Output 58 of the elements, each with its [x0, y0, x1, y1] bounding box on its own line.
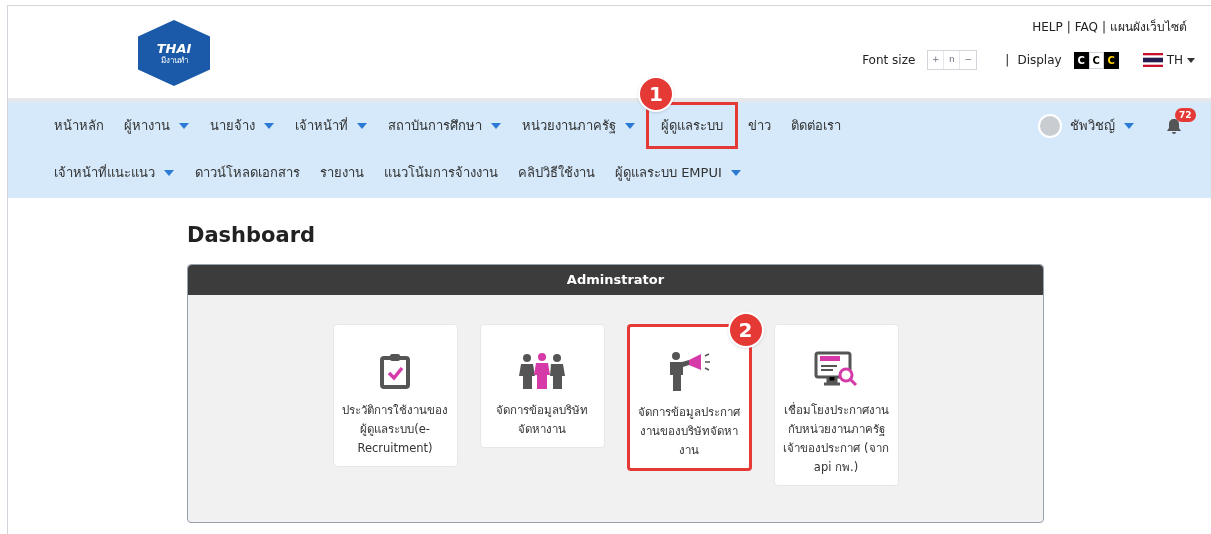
caret-icon	[729, 168, 742, 177]
caret-icon	[163, 168, 175, 177]
caret-icon	[178, 121, 190, 130]
top-link[interactable]: HELP	[1032, 18, 1063, 36]
contrast-button[interactable]: C	[1073, 51, 1089, 69]
font-size-button[interactable]: +	[928, 51, 945, 69]
caret-icon	[1123, 121, 1135, 130]
caret-icon	[490, 121, 502, 130]
caret-icon	[624, 121, 636, 130]
monitor-search-icon	[814, 350, 858, 389]
language-selector[interactable]: TH	[1142, 51, 1195, 69]
card-label: ประวัติการใช้งานของผู้ดูแลระบบ(e-Recruitment)	[341, 401, 449, 457]
nav-link[interactable]: ผู้หางาน	[114, 101, 200, 150]
nav-link[interactable]: หน้าหลัก	[44, 101, 114, 150]
admin-card[interactable]: เชื่อมโยงประกาศงานกับหน่วยงานภาครัฐเจ้าของประกาศ (จาก api กพ.)	[773, 323, 899, 486]
card-label: เชื่อมโยงประกาศงานกับหน่วยงานภาครัฐเจ้าของประกาศ (จาก api กพ.)	[782, 401, 890, 476]
nav-link[interactable]: นายจ้าง	[200, 101, 285, 150]
nav-link[interactable]: เจ้าหน้าที่แนะแนว	[44, 148, 185, 197]
man-megaphone-icon	[667, 350, 711, 391]
caret-icon	[1187, 57, 1195, 63]
font-size-label: Font size	[862, 52, 916, 69]
admin-card[interactable]: ประวัติการใช้งานของผู้ดูแลระบบ(e-Recruitment)	[332, 323, 458, 467]
nav-link[interactable]: เจ้าหน้าที่	[285, 101, 378, 150]
step-badge: 1	[638, 75, 674, 112]
admin-card[interactable]: จัดการข้อมูลบริษัทจัดหางาน	[479, 323, 605, 448]
nav-link[interactable]: ติดต่อเรา	[781, 101, 851, 150]
nav-link[interactable]: ข่าว	[738, 101, 781, 150]
caret-icon	[356, 121, 368, 130]
page-title: Dashboard	[187, 222, 317, 249]
separator: |	[1101, 19, 1106, 36]
logo-title: THAI	[156, 41, 192, 55]
logo[interactable]: THAI มีงานทำ	[138, 20, 210, 86]
clipboard-check-icon	[379, 352, 411, 389]
top-link[interactable]: FAQ	[1074, 18, 1098, 36]
display-label: Display	[1017, 52, 1062, 69]
nav-link[interactable]: รายงาน	[310, 148, 374, 197]
thai-flag-icon	[1142, 53, 1163, 67]
notification-badge: 72	[1175, 107, 1196, 122]
nav-link[interactable]: ผู้ดูแลระบบ EMPUI	[605, 148, 752, 197]
panel-header: Adminstrator	[188, 264, 1043, 295]
logo-subtitle: มีงานทำ	[160, 56, 188, 65]
card-label: จัดการข้อมูลประกาศงานของบริษัทจัดหางาน	[637, 403, 741, 459]
bell-icon[interactable]	[1167, 117, 1181, 134]
font-size-button[interactable]: n	[944, 51, 961, 69]
user-menu[interactable]: ชัพวิชญ์	[1070, 115, 1135, 136]
avatar	[1038, 113, 1062, 138]
nav-link[interactable]: ดาวน์โหลดเอกสาร	[185, 148, 310, 197]
team-icon	[518, 352, 566, 389]
caret-icon	[263, 121, 275, 130]
nav-link[interactable]: คลิปวิธีใช้งาน	[508, 148, 605, 197]
separator: |	[1005, 52, 1010, 69]
separator: |	[1066, 19, 1071, 36]
card-label: จัดการข้อมูลบริษัทจัดหางาน	[495, 401, 589, 438]
nav-link[interactable]: สถาบันการศึกษา	[378, 101, 512, 150]
nav-link[interactable]: แนวโน้มการจ้างงาน	[374, 148, 508, 197]
font-size-button[interactable]: −	[960, 51, 977, 69]
step-badge: 2	[727, 311, 764, 348]
top-link[interactable]: แผนผังเว็บไซต์	[1110, 18, 1187, 36]
